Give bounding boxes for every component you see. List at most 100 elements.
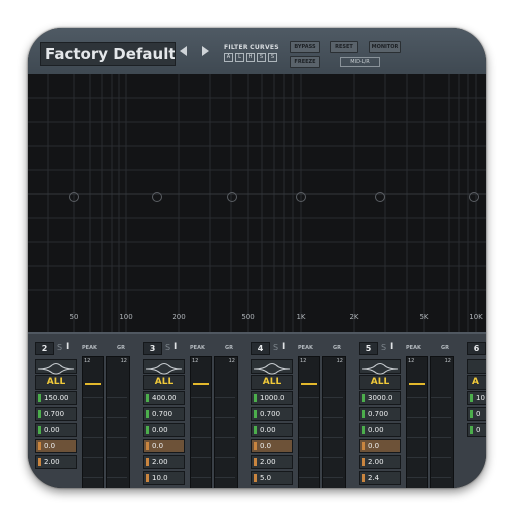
q-value: 0 [476,410,481,418]
band-number[interactable]: 5 [359,342,378,355]
q-value: 0.700 [44,410,65,418]
band-strip-5: 5 S I PEAK GR ALL 3000.0 0.700 0.00 0.0 … [356,338,460,488]
threshold-field[interactable]: 0.0 [251,439,293,453]
q-field[interactable]: 0.700 [251,407,293,421]
meter-scale-label: 12 [336,358,343,364]
filter-shape-selector[interactable] [251,359,293,375]
monitor-button[interactable]: MONITOR [369,41,401,53]
frequency-field[interactable]: 10 [467,391,486,405]
bell-curve-icon [145,363,183,375]
channel-selector[interactable]: A [467,375,486,390]
filter-curve-button[interactable]: S [268,53,277,62]
gain-field[interactable]: 0.00 [359,423,401,437]
peak-label: PEAK [298,345,313,351]
filter-curve-button[interactable]: L [235,53,244,62]
peak-meter: 12 [190,356,212,488]
threshold-field[interactable]: 0.0 [143,439,185,453]
attack-field[interactable]: 2.4 [359,471,401,485]
band-number[interactable]: 2 [35,342,54,355]
gain-field[interactable]: 0.00 [35,423,77,437]
threshold-value: 0.0 [368,442,380,450]
solo-button[interactable]: S [273,343,278,352]
solo-button[interactable]: S [381,343,386,352]
mode-selector[interactable]: MID-L/R [340,57,380,67]
solo-button[interactable]: S [165,343,170,352]
filter-curve-button[interactable]: S [257,53,266,62]
filter-shape-selector[interactable] [359,359,401,375]
frequency-field[interactable]: 400.00 [143,391,185,405]
frequency-field[interactable]: 150.00 [35,391,77,405]
filter-curve-button[interactable]: H [246,53,255,62]
filter-curve-button[interactable]: A [224,53,233,62]
band-strips: 2 S I PEAK GR ALL 150.00 0.700 0.00 0.0 … [28,332,486,488]
ratio-field[interactable]: 2.00 [143,455,185,469]
q-field[interactable]: 0.700 [359,407,401,421]
left-arrow-icon[interactable] [180,46,187,56]
channel-selector[interactable]: ALL [359,375,401,390]
threshold-field[interactable]: 0.0 [359,439,401,453]
attack-field[interactable]: 10.0 [143,471,185,485]
attack-value: 10.0 [152,474,168,482]
meter-scale-label: 12 [84,358,91,364]
q-field[interactable]: 0 [467,407,486,421]
solo-button[interactable]: S [57,343,62,352]
freq-label: 1K [296,313,306,321]
threshold-field[interactable]: 0.0 [35,439,77,453]
band-number[interactable]: 3 [143,342,162,355]
right-arrow-icon[interactable] [202,46,209,56]
ratio-field[interactable]: 2.00 [359,455,401,469]
frequency-value: 10 [476,394,485,402]
peak-meter: 12 [82,356,104,488]
peak-level-bar [301,383,317,385]
bell-curve-icon [361,363,399,375]
meter-scale-label: 12 [444,358,451,364]
reset-button[interactable]: RESET [330,41,358,53]
freeze-button[interactable]: FREEZE [290,56,320,68]
q-value: 0.700 [152,410,173,418]
filter-curves-label: FILTER CURVES [224,44,279,51]
channel-selector[interactable]: ALL [143,375,185,390]
ratio-field[interactable]: 2.00 [35,455,77,469]
freq-label: 100 [119,313,133,321]
frequency-value: 150.00 [44,394,69,402]
threshold-value: 0.0 [152,442,164,450]
band-bypass-button[interactable]: I [174,342,177,352]
channel-selector[interactable]: ALL [251,375,293,390]
eq-graph[interactable]: 50 100 200 500 1K 2K 5K 10K [28,74,486,332]
freq-label: 500 [241,313,255,321]
meter-scale-label: 12 [408,358,415,364]
band-strip-3: 3 S I PEAK GR ALL 400.00 0.700 0.00 0.0 … [140,338,244,488]
band-strip-2: 2 S I PEAK GR ALL 150.00 0.700 0.00 0.0 … [32,338,136,488]
ratio-field[interactable]: 2.00 [251,455,293,469]
gr-label: GR [117,345,125,351]
gain-reduction-meter: 12 [214,356,238,488]
q-field[interactable]: 0.700 [143,407,185,421]
band-bypass-button[interactable]: I [390,342,393,352]
q-field[interactable]: 0.700 [35,407,77,421]
band-number[interactable]: 4 [251,342,270,355]
q-value: 0.700 [260,410,281,418]
filter-shape-selector[interactable] [467,359,486,374]
gain-field[interactable]: 0.00 [251,423,293,437]
eq-grid [28,74,486,332]
peak-level-bar [193,383,209,385]
frequency-field[interactable]: 1000.0 [251,391,293,405]
channel-selector[interactable]: ALL [35,375,77,390]
gain-field[interactable]: 0.00 [143,423,185,437]
freq-label: 5K [419,313,429,321]
preset-name-display[interactable]: Factory Default [40,42,176,66]
bypass-button[interactable]: BYPASS [290,41,320,53]
frequency-field[interactable]: 3000.0 [359,391,401,405]
band-bypass-button[interactable]: I [66,342,69,352]
gain-field[interactable]: 0 [467,423,486,437]
band-bypass-button[interactable]: I [282,342,285,352]
band-number[interactable]: 6 [467,342,486,355]
ratio-value: 2.00 [44,458,60,466]
freq-label: 2K [349,313,359,321]
filter-shape-selector[interactable] [35,359,77,375]
band-strip-4: 4 S I PEAK GR ALL 1000.0 0.700 0.00 0.0 … [248,338,352,488]
peak-level-bar [85,383,101,385]
gain-value: 0.00 [368,426,384,434]
attack-field[interactable]: 5.0 [251,471,293,485]
filter-shape-selector[interactable] [143,359,185,375]
